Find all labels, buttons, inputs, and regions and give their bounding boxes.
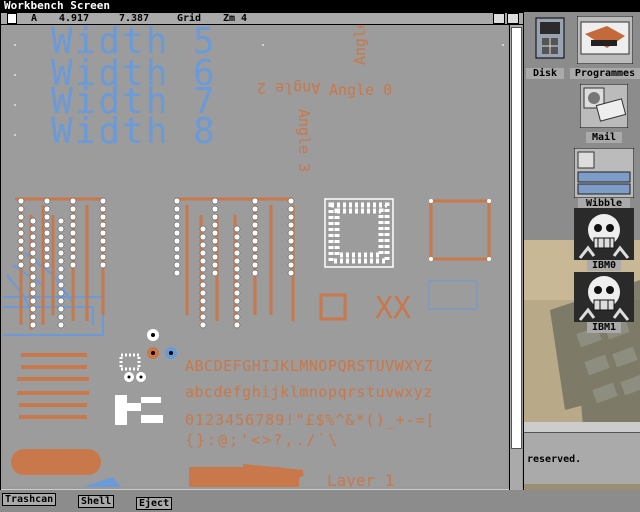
console-output-text: reserved. <box>527 454 582 465</box>
layer-1-text: Layer 1 <box>327 471 395 487</box>
pcb-canvas[interactable]: Width 5 Width 6 Width 7 Width 8 Angle 0 … <box>3 25 507 487</box>
ibm1-icon-label: IBM1 <box>587 322 621 333</box>
trashcan-icon[interactable]: Trashcan <box>2 493 57 506</box>
window-depth-gadget[interactable] <box>507 13 519 24</box>
digits-symbols: 0123456789!"£$%^&*()_+-=[ <box>185 411 436 429</box>
vertical-scroll-thumb[interactable] <box>511 27 522 449</box>
shell-console-window[interactable]: reserved. <box>522 422 640 484</box>
wibble-icon[interactable]: Wibble <box>573 147 635 209</box>
editor-status-bar: A 4.917 7.387 Grid Zm 4 <box>1 13 523 25</box>
ibm1-icon[interactable]: IBM1 <box>574 272 634 333</box>
pcb-editor-window[interactable]: A 4.917 7.387 Grid Zm 4 Width 5 Width 6 … <box>0 12 524 492</box>
ibm0-icon-label: IBM0 <box>587 260 621 271</box>
special-symbols: {}:@;'<>?,./`\ <box>185 431 340 449</box>
desktop-bottom-strip: Trashcan Shell Eject <box>0 490 640 512</box>
disk-icon-label: Disk <box>526 68 564 79</box>
coord-y-value: 7.387 <box>119 13 150 24</box>
xx-text: XX <box>375 291 412 326</box>
programmes-drawer-icon[interactable]: Programmes <box>570 15 640 79</box>
mail-icon[interactable]: Mail <box>574 83 634 143</box>
eject-icon[interactable]: Eject <box>136 497 173 510</box>
screen-title: Workbench Screen <box>4 0 110 12</box>
window-zoom-gadget[interactable] <box>493 13 505 24</box>
console-title-bar[interactable] <box>523 422 640 433</box>
ibm0-icon[interactable]: IBM0 <box>574 208 634 271</box>
screen-title-bar[interactable]: Workbench Screen <box>0 0 640 12</box>
mail-icon-label: Mail <box>586 132 622 143</box>
coord-x-value: 4.917 <box>59 13 90 24</box>
grid-toggle[interactable]: Grid <box>177 13 201 24</box>
shell-icon[interactable]: Shell <box>78 495 115 508</box>
coord-a-label: A <box>31 13 38 24</box>
programmes-icon-label: Programmes <box>570 68 640 79</box>
window-close-gadget[interactable] <box>7 13 17 24</box>
vertical-scrollbar[interactable] <box>509 25 522 491</box>
lowercase-alphabet: abcdefghijklmnopqrstuvwxyz <box>185 383 433 401</box>
uppercase-alphabet: ABCDEFGHIJKLMNOPQRSTUVWXYZ <box>185 357 433 375</box>
zoom-level[interactable]: Zm 4 <box>223 13 247 24</box>
